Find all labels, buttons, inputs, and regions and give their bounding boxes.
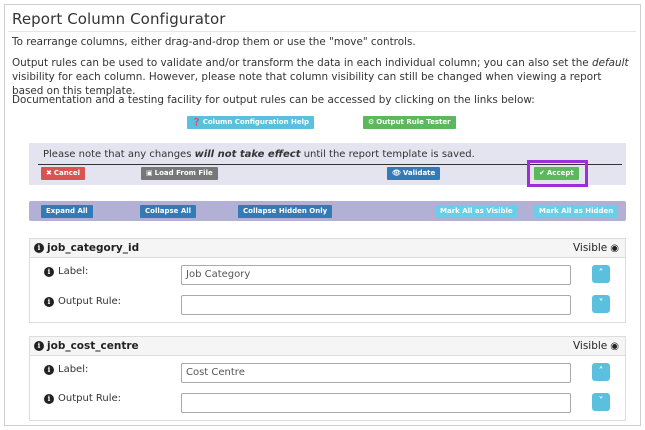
- intro-text: To rearrange columns, either drag-and-dr…: [12, 36, 416, 48]
- info-circle-icon: i: [44, 364, 54, 375]
- title-divider: [8, 31, 636, 32]
- column-panel-header: i job_cost_centre Visible ◉: [30, 337, 625, 356]
- double-chevron-up-icon: ˄: [598, 268, 604, 279]
- notice-text-pre: Please note that any changes: [43, 149, 195, 160]
- column-name: job_cost_centre: [47, 340, 139, 352]
- rule-caption: i Output Rule:: [44, 296, 121, 307]
- expand-all-button[interactable]: Expand All: [41, 205, 93, 218]
- info-circle-icon: i: [44, 296, 54, 307]
- visibility-label: Visible: [572, 340, 608, 352]
- double-chevron-down-icon: ˅: [598, 298, 604, 309]
- double-chevron-up-icon: ˄: [598, 366, 604, 377]
- rule-caption-text: Output Rule:: [58, 296, 122, 307]
- times-circle-icon: ✖: [46, 169, 52, 177]
- notice-text-post: until the report template is saved.: [300, 149, 475, 160]
- column-title: i job_cost_centre: [34, 340, 139, 352]
- output-rule-input[interactable]: [181, 295, 571, 315]
- double-chevron-down-icon: ˅: [598, 396, 604, 407]
- mark-hidden-label: Mark All as Hidden: [539, 207, 614, 215]
- label-input[interactable]: Cost Centre: [181, 363, 571, 383]
- info-circle-icon: i: [34, 243, 44, 253]
- notice-text-em: will not take effect: [194, 149, 301, 160]
- cogs-icon: ⚙: [368, 118, 375, 126]
- move-up-button[interactable]: ˄: [592, 265, 610, 283]
- rule-tester-label: Output Rule Tester: [376, 118, 451, 126]
- visibility-toggle[interactable]: Visible ◉: [573, 242, 619, 254]
- info-circle-icon: i: [44, 266, 54, 277]
- eye-icon: 👁: [392, 169, 401, 177]
- eye-icon: ◉: [610, 340, 619, 352]
- validate-label: Validate: [402, 169, 436, 177]
- move-up-button[interactable]: ˄: [592, 363, 610, 381]
- eye-icon: ◉: [610, 242, 619, 254]
- column-panel[interactable]: i job_category_id Visible ◉ i Label: Job…: [29, 238, 626, 323]
- column-panel-header: i job_category_id Visible ◉: [30, 239, 625, 258]
- cancel-label: Cancel: [53, 169, 81, 177]
- collapse-all-button[interactable]: Collapse All: [140, 205, 197, 218]
- column-title: i job_category_id: [34, 242, 139, 254]
- rule-caption-text: Output Rule:: [58, 393, 122, 404]
- output-rules-text-em: default: [592, 57, 629, 69]
- column-name: job_category_id: [47, 242, 140, 254]
- output-rule-input[interactable]: [181, 393, 571, 413]
- column-help-button[interactable]: ❓ Column Configuration Help: [187, 116, 315, 129]
- save-icon: ▣: [146, 169, 153, 177]
- cancel-button[interactable]: ✖ Cancel: [41, 167, 86, 180]
- help-circle-icon: ❓: [192, 118, 201, 126]
- label-caption: i Label:: [44, 364, 88, 375]
- mark-visible-button[interactable]: Mark All as Visible: [435, 205, 518, 218]
- expand-all-label: Expand All: [46, 207, 88, 215]
- collapse-all-label: Collapse All: [145, 207, 192, 215]
- column-help-label: Column Configuration Help: [202, 118, 310, 126]
- output-rules-text: Output rules can be used to validate and…: [12, 56, 636, 98]
- move-down-button[interactable]: ˅: [592, 295, 610, 313]
- load-from-file-label: Load From File: [154, 169, 213, 177]
- mark-hidden-button[interactable]: Mark All as Hidden: [534, 205, 619, 218]
- load-from-file-button[interactable]: ▣ Load From File: [141, 167, 218, 180]
- output-rules-text-pre: Output rules can be used to validate and…: [12, 57, 592, 69]
- collapse-hidden-label: Collapse Hidden Only: [243, 207, 328, 215]
- notice-text: Please note that any changes will not ta…: [43, 149, 475, 160]
- column-panel[interactable]: i job_cost_centre Visible ◉ i Label: Cos…: [29, 336, 626, 421]
- label-input[interactable]: Job Category: [181, 265, 571, 285]
- label-caption-text: Label:: [58, 266, 89, 277]
- validate-button[interactable]: 👁 Validate: [387, 167, 441, 180]
- docs-text: Documentation and a testing facility for…: [12, 94, 535, 106]
- visibility-toggle[interactable]: Visible ◉: [573, 340, 619, 352]
- info-circle-icon: i: [34, 341, 44, 351]
- collapse-hidden-button[interactable]: Collapse Hidden Only: [238, 205, 333, 218]
- info-circle-icon: i: [44, 393, 54, 404]
- label-caption: i Label:: [44, 266, 88, 277]
- visibility-label: Visible: [572, 242, 608, 254]
- rule-caption: i Output Rule:: [44, 393, 121, 404]
- rule-tester-button[interactable]: ⚙ Output Rule Tester: [363, 116, 456, 129]
- mark-visible-label: Mark All as Visible: [440, 207, 513, 215]
- label-caption-text: Label:: [58, 364, 89, 375]
- accept-highlight: [527, 160, 588, 187]
- move-down-button[interactable]: ˅: [592, 393, 610, 411]
- page-title: Report Column Configurator: [12, 10, 226, 28]
